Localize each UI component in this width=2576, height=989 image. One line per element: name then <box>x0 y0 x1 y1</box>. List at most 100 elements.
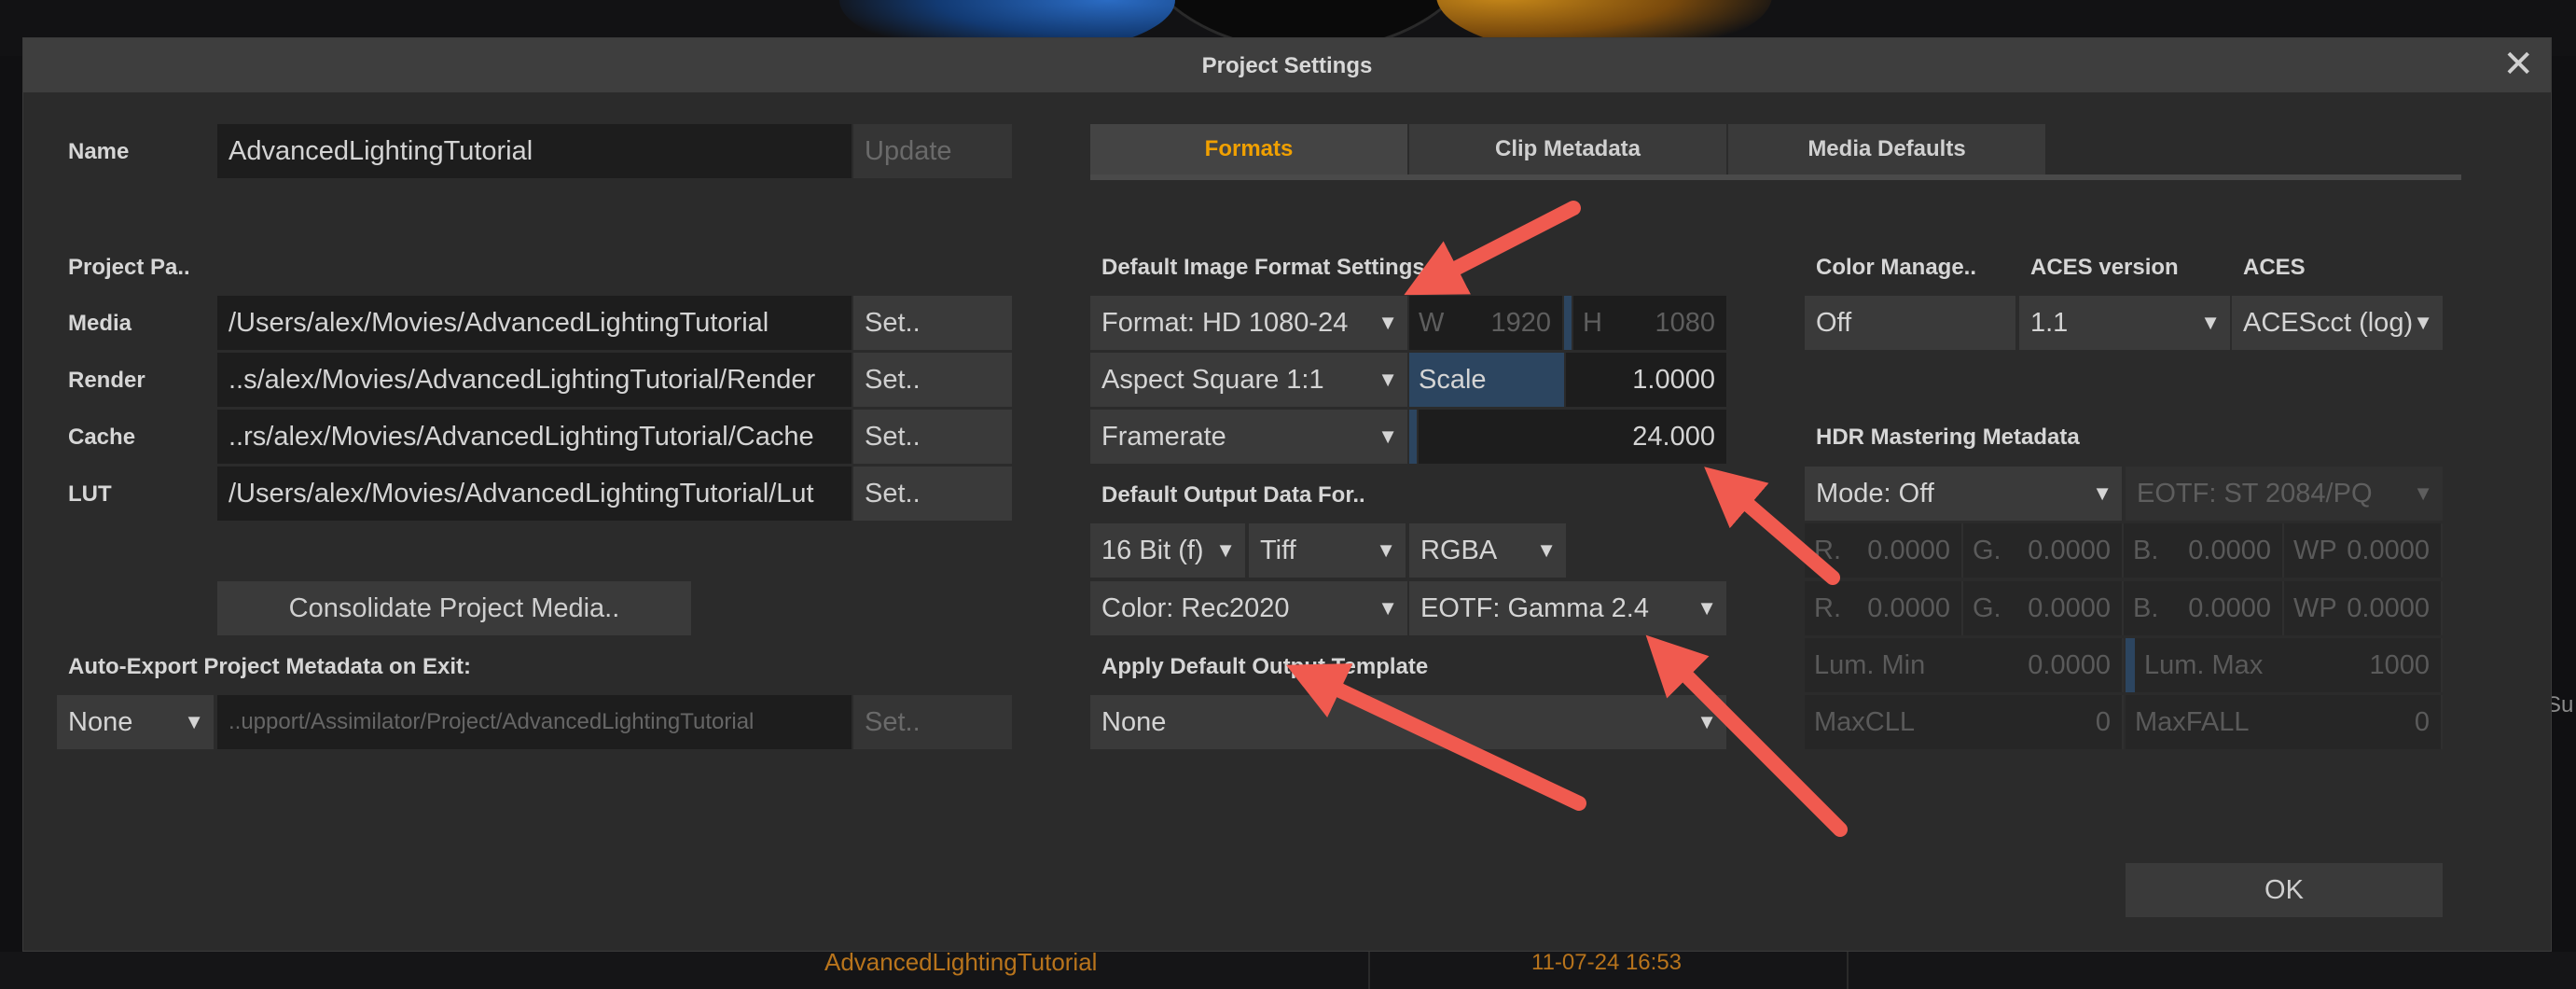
auto-export-select[interactable]: None ▼ <box>57 695 214 749</box>
lut-path-field[interactable]: /Users/alex/Movies/AdvancedLightingTutor… <box>217 467 852 521</box>
lum-max-value: 1000 <box>2369 650 2430 680</box>
dialog-titlebar: Project Settings ✕ <box>23 38 2551 92</box>
output-template-select-value: None <box>1101 707 1167 737</box>
hdr-cell-value: 0.0000 <box>2028 593 2111 623</box>
close-icon[interactable]: ✕ <box>2502 44 2534 85</box>
chevron-down-icon: ▼ <box>2200 311 2221 334</box>
tab-media-defaults[interactable]: Media Defaults <box>1728 124 2045 174</box>
cache-set-button[interactable]: Set.. <box>853 410 1012 464</box>
project-name-input[interactable]: AdvancedLightingTutorial <box>217 124 852 178</box>
output-eotf-select[interactable]: EOTF: Gamma 2.4 ▼ <box>1409 581 1726 635</box>
update-button[interactable]: Update <box>853 124 1012 178</box>
filetype-select[interactable]: Tiff ▼ <box>1249 523 1406 578</box>
project-paths-header: Project Pa.. <box>68 255 190 280</box>
tab-underline <box>1090 174 2461 180</box>
chevron-down-icon: ▼ <box>2413 481 2433 505</box>
aces-select-value: ACEScct (log) <box>2243 308 2414 338</box>
hdr-eotf-select-value: EOTF: ST 2084/PQ <box>2137 479 2373 508</box>
bitdepth-select[interactable]: 16 Bit (f) ▼ <box>1090 523 1245 578</box>
output-template-header: Apply Default Output Template <box>1101 654 1429 679</box>
framerate-select-value: Framerate <box>1101 422 1226 452</box>
image-format-header: Default Image Format Settings <box>1101 255 1425 280</box>
format-select[interactable]: Format: HD 1080-24 ▼ <box>1090 296 1407 350</box>
hdr-cell-label: WP <box>2293 593 2337 623</box>
aspect-select[interactable]: Aspect Square 1:1 ▼ <box>1090 353 1407 407</box>
scale-value: 1.0000 <box>1632 365 1715 395</box>
maxcll-value: 0 <box>2095 707 2111 737</box>
chevron-down-icon: ▼ <box>1697 596 1717 620</box>
render-path-label: Render <box>68 368 145 393</box>
hdr-red-primary-1[interactable]: R. 0.0000 <box>1805 523 1963 578</box>
tab-clip-metadata[interactable]: Clip Metadata <box>1409 124 1726 174</box>
ok-button[interactable]: OK <box>2126 863 2443 917</box>
width-field[interactable]: W 1920 <box>1409 296 1562 350</box>
hdr-mode-select[interactable]: Mode: Off ▼ <box>1805 467 2122 521</box>
aces-version-select-value: 1.1 <box>2030 308 2069 338</box>
framerate-input[interactable]: 24.000 <box>1419 410 1726 464</box>
hdr-lum-max-field[interactable]: Lum. Max 1000 <box>2135 638 2443 692</box>
hdr-whitepoint-2[interactable]: WP 0.0000 <box>2284 581 2443 635</box>
hdr-red-primary-2[interactable]: R. 0.0000 <box>1805 581 1963 635</box>
render-set-button[interactable]: Set.. <box>853 353 1012 407</box>
width-label: W <box>1419 308 1445 338</box>
lum-min-value: 0.0000 <box>2028 650 2111 680</box>
hdr-cell-label: R. <box>1814 593 1841 623</box>
auto-export-path-field[interactable]: ..upport/Assimilator/Project/AdvancedLig… <box>217 695 852 749</box>
hdr-metadata-header: HDR Mastering Metadata <box>1816 425 2080 450</box>
hdr-cell-value: 0.0000 <box>2347 593 2430 623</box>
output-eotf-select-value: EOTF: Gamma 2.4 <box>1420 593 1649 623</box>
auto-export-set-button[interactable]: Set.. <box>853 695 1012 749</box>
auto-export-select-value: None <box>68 707 133 737</box>
aspect-select-value: Aspect Square 1:1 <box>1101 365 1324 395</box>
chevron-down-icon: ▼ <box>1215 538 1236 562</box>
color-management-select-value: Off <box>1816 308 1852 338</box>
hdr-cell-label: G. <box>1973 593 2001 623</box>
hdr-cell-label: G. <box>1973 536 2001 565</box>
hdr-eotf-select[interactable]: EOTF: ST 2084/PQ ▼ <box>2126 467 2443 521</box>
chevron-down-icon: ▼ <box>1378 368 1398 391</box>
lut-set-button[interactable]: Set.. <box>853 467 1012 521</box>
cache-path-label: Cache <box>68 425 136 450</box>
scale-label-cell: Scale <box>1409 353 1564 407</box>
color-management-header: Color Manage.. <box>1816 255 1977 280</box>
framerate-select[interactable]: Framerate ▼ <box>1090 410 1407 464</box>
bitdepth-select-value: 16 Bit (f) <box>1101 536 1204 565</box>
hdr-maxfall-field[interactable]: MaxFALL 0 <box>2126 695 2443 749</box>
hdr-blue-primary-1[interactable]: B. 0.0000 <box>2124 523 2284 578</box>
maxcll-label: MaxCLL <box>1814 707 1915 737</box>
output-template-select[interactable]: None ▼ <box>1090 695 1726 749</box>
output-data-header: Default Output Data For.. <box>1101 482 1365 508</box>
consolidate-media-button[interactable]: Consolidate Project Media.. <box>217 581 691 635</box>
output-color-select[interactable]: Color: Rec2020 ▼ <box>1090 581 1407 635</box>
aces-version-select[interactable]: 1.1 ▼ <box>2019 296 2230 350</box>
hdr-cell-label: B. <box>2133 593 2159 623</box>
scale-input[interactable]: 1.0000 <box>1566 353 1726 407</box>
hdr-green-primary-1[interactable]: G. 0.0000 <box>1963 523 2124 578</box>
tab-formats[interactable]: Formats <box>1090 124 1407 174</box>
height-field[interactable]: H 1080 <box>1573 296 1726 350</box>
media-set-button[interactable]: Set.. <box>853 296 1012 350</box>
hdr-maxcll-field[interactable]: MaxCLL 0 <box>1805 695 2124 749</box>
hdr-lum-min-field[interactable]: Lum. Min 0.0000 <box>1805 638 2124 692</box>
chevron-down-icon: ▼ <box>1376 538 1396 562</box>
color-management-select[interactable]: Off <box>1805 296 2015 350</box>
maxfall-label: MaxFALL <box>2135 707 2250 737</box>
hdr-blue-primary-2[interactable]: B. 0.0000 <box>2124 581 2284 635</box>
cache-path-field[interactable]: ..rs/alex/Movies/AdvancedLightingTutoria… <box>217 410 852 464</box>
annotation-arrow-format <box>1404 201 1581 296</box>
lut-path-label: LUT <box>68 481 112 507</box>
lum-max-label: Lum. Max <box>2144 650 2264 680</box>
scale-label: Scale <box>1419 365 1487 395</box>
field-separator <box>1564 296 1572 350</box>
hdr-green-primary-2[interactable]: G. 0.0000 <box>1963 581 2124 635</box>
hdr-cell-value: 0.0000 <box>2347 536 2430 565</box>
render-path-field[interactable]: ..s/alex/Movies/AdvancedLightingTutorial… <box>217 353 852 407</box>
aces-select[interactable]: ACEScct (log) ▼ <box>2232 296 2443 350</box>
channels-select[interactable]: RGBA ▼ <box>1409 523 1566 578</box>
hdr-whitepoint-1[interactable]: WP 0.0000 <box>2284 523 2443 578</box>
hdr-cell-label: WP <box>2293 536 2337 565</box>
hdr-cell-value: 0.0000 <box>1867 593 1950 623</box>
media-path-field[interactable]: /Users/alex/Movies/AdvancedLightingTutor… <box>217 296 852 350</box>
chevron-down-icon: ▼ <box>1378 425 1398 448</box>
channels-select-value: RGBA <box>1420 536 1498 565</box>
